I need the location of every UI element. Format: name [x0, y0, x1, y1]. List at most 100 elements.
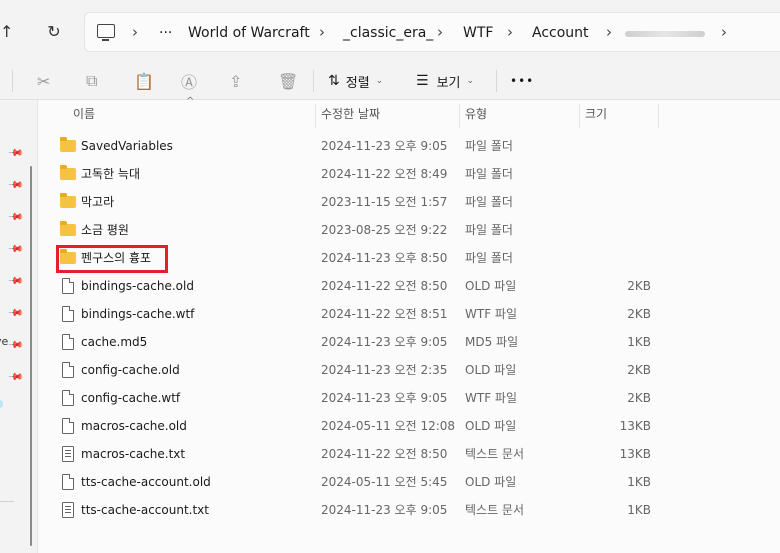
- pin-icon[interactable]: 📌: [6, 273, 24, 290]
- column-header-size[interactable]: 크기: [585, 100, 607, 128]
- sort-label: 정렬: [345, 75, 370, 91]
- file-size: 2KB: [627, 279, 651, 293]
- address-bar[interactable]: › ··· World of Warcraft › _classic_era_ …: [84, 12, 780, 52]
- sort-button[interactable]: ⇅ 정렬 ⌄: [328, 68, 383, 94]
- column-divider[interactable]: [579, 104, 580, 128]
- file-name: SavedVariables: [81, 139, 173, 153]
- txt-icon: [62, 446, 74, 462]
- file-size: 1KB: [627, 503, 651, 517]
- this-pc-icon[interactable]: [97, 24, 115, 41]
- file-size: 13KB: [619, 447, 651, 461]
- file-size: 2KB: [627, 363, 651, 377]
- file-name: config-cache.wtf: [81, 391, 181, 405]
- folder-icon: [60, 193, 76, 208]
- column-divider[interactable]: [459, 104, 460, 128]
- file-size: 2KB: [627, 391, 651, 405]
- file-name: macros-cache.txt: [81, 447, 186, 461]
- pin-icon[interactable]: 📌: [6, 241, 24, 258]
- file-date: 2024-11-23 오후 9:05: [321, 139, 448, 153]
- file-name: bindings-cache.wtf: [81, 307, 195, 321]
- breadcrumb-account[interactable]: Account: [532, 13, 589, 53]
- address-row: ↑ ↻ › ··· World of Warcraft › _classic_e…: [0, 0, 780, 62]
- file-row[interactable]: cache.md5 2024-11-23 오후 9:05 MD5 파일 1KB: [38, 328, 780, 356]
- chevron-right-icon[interactable]: ›: [319, 13, 325, 53]
- file-row[interactable]: 소금 평원 2023-08-25 오전 9:22 파일 폴더: [38, 216, 780, 244]
- breadcrumb-world-of-warcraft[interactable]: World of Warcraft: [188, 13, 310, 53]
- toolbar-divider: [496, 70, 497, 92]
- chevron-right-icon[interactable]: ›: [132, 13, 138, 53]
- file-row[interactable]: macros-cache.old 2024-05-11 오전 12:08 OLD 파…: [38, 412, 780, 440]
- file-row[interactable]: SavedVariables 2024-11-23 오후 9:05 파일 폴더: [38, 132, 780, 160]
- breadcrumb-wtf[interactable]: WTF: [463, 13, 493, 53]
- file-type: OLD 파일: [465, 279, 517, 293]
- file-icon: [62, 362, 74, 378]
- command-bar: ✂ ⧉ 📋 Ⓐ ⇪ 🗑 ⇅ 정렬 ⌄ ☰ 보기 ⌄ •••: [0, 62, 780, 100]
- more-options-icon[interactable]: •••: [510, 68, 534, 94]
- file-row[interactable]: tts-cache-account.txt 2024-11-23 오후 9:05 텍…: [38, 496, 780, 524]
- chevron-right-icon[interactable]: ›: [507, 13, 513, 53]
- column-header-name[interactable]: 이름: [73, 100, 95, 128]
- pin-icon[interactable]: 📌: [6, 337, 24, 354]
- copy-icon[interactable]: ⧉: [86, 68, 97, 94]
- chevron-down-icon: ⌄: [375, 76, 384, 86]
- file-type: 파일 폴더: [465, 223, 513, 237]
- pin-icon[interactable]: 📌: [6, 305, 24, 322]
- pin-icon[interactable]: 📌: [6, 369, 24, 386]
- chevron-right-icon[interactable]: ›: [437, 13, 443, 53]
- file-type: OLD 파일: [465, 363, 517, 377]
- chevron-right-icon[interactable]: ›: [721, 13, 727, 53]
- navigation-pane[interactable]: 📌 📌 📌 📌 📌 📌 📌 📌 ve: [0, 100, 38, 553]
- column-divider[interactable]: [315, 104, 316, 128]
- file-name: cache.md5: [81, 335, 148, 349]
- pin-icon[interactable]: 📌: [6, 177, 24, 194]
- file-icon: [62, 306, 74, 322]
- share-icon[interactable]: ⇪: [229, 68, 242, 94]
- pin-icon[interactable]: 📌: [6, 145, 24, 162]
- file-row[interactable]: macros-cache.txt 2024-11-22 오전 8:50 텍스트 문서…: [38, 440, 780, 468]
- file-icon: [62, 418, 74, 434]
- column-divider[interactable]: [658, 104, 659, 128]
- redacted-breadcrumb[interactable]: [625, 31, 705, 37]
- file-icon: [62, 334, 74, 350]
- breadcrumb-more[interactable]: ···: [159, 13, 172, 53]
- nav-item-truncated[interactable]: ve: [0, 335, 8, 348]
- file-type: OLD 파일: [465, 419, 517, 433]
- file-row[interactable]: config-cache.old 2024-11-23 오전 2:35 OLD 파일…: [38, 356, 780, 384]
- nav-scrollbar[interactable]: [30, 166, 32, 546]
- file-size: 13KB: [619, 419, 651, 433]
- highlight-annotation: [56, 245, 168, 273]
- file-row[interactable]: bindings-cache.wtf 2024-11-22 오전 8:51 WTF …: [38, 300, 780, 328]
- breadcrumb-classic-era[interactable]: _classic_era_: [343, 13, 433, 53]
- folder-icon: [60, 137, 76, 152]
- refresh-icon[interactable]: ↻: [42, 20, 66, 44]
- file-list[interactable]: ^ 이름 수정한 날짜 유형 크기 SavedVariables 2024-11-…: [38, 96, 780, 553]
- view-button[interactable]: ☰ 보기 ⌄: [416, 68, 474, 94]
- file-name: 막고라: [81, 195, 115, 209]
- paste-icon[interactable]: 📋: [134, 68, 154, 94]
- file-type: 파일 폴더: [465, 195, 513, 209]
- file-date: 2024-05-11 오전 12:08: [321, 419, 456, 433]
- column-header-type[interactable]: 유형: [465, 100, 487, 128]
- file-type: 파일 폴더: [465, 167, 513, 181]
- file-row[interactable]: tts-cache-account.old 2024-05-11 오전 5:45 O…: [38, 468, 780, 496]
- chevron-right-icon[interactable]: ›: [606, 13, 612, 53]
- file-name: 소금 평원: [81, 223, 129, 237]
- file-row[interactable]: bindings-cache.old 2024-11-22 오전 8:50 OLD …: [38, 272, 780, 300]
- pin-icon[interactable]: 📌: [6, 209, 24, 226]
- up-arrow-icon[interactable]: ↑: [0, 20, 18, 44]
- file-date: 2024-11-23 오후 9:05: [321, 391, 448, 405]
- file-date: 2023-11-15 오전 1:57: [321, 195, 448, 209]
- file-type: 파일 폴더: [465, 251, 513, 265]
- file-row[interactable]: 고독한 늑대 2024-11-22 오전 8:49 파일 폴더: [38, 160, 780, 188]
- cut-icon[interactable]: ✂: [37, 68, 50, 94]
- toolbar-divider: [313, 70, 314, 92]
- file-name: config-cache.old: [81, 363, 180, 377]
- file-date: 2024-11-22 오전 8:49: [321, 167, 448, 181]
- file-row[interactable]: 막고라 2023-11-15 오전 1:57 파일 폴더: [38, 188, 780, 216]
- delete-icon[interactable]: 🗑: [278, 68, 298, 94]
- rename-icon[interactable]: Ⓐ: [181, 68, 197, 94]
- file-row[interactable]: config-cache.wtf 2024-11-23 오후 9:05 WTF 파일…: [38, 384, 780, 412]
- file-date: 2024-11-23 오후 8:50: [321, 251, 448, 265]
- file-size: 2KB: [627, 307, 651, 321]
- column-header-date[interactable]: 수정한 날짜: [321, 100, 380, 128]
